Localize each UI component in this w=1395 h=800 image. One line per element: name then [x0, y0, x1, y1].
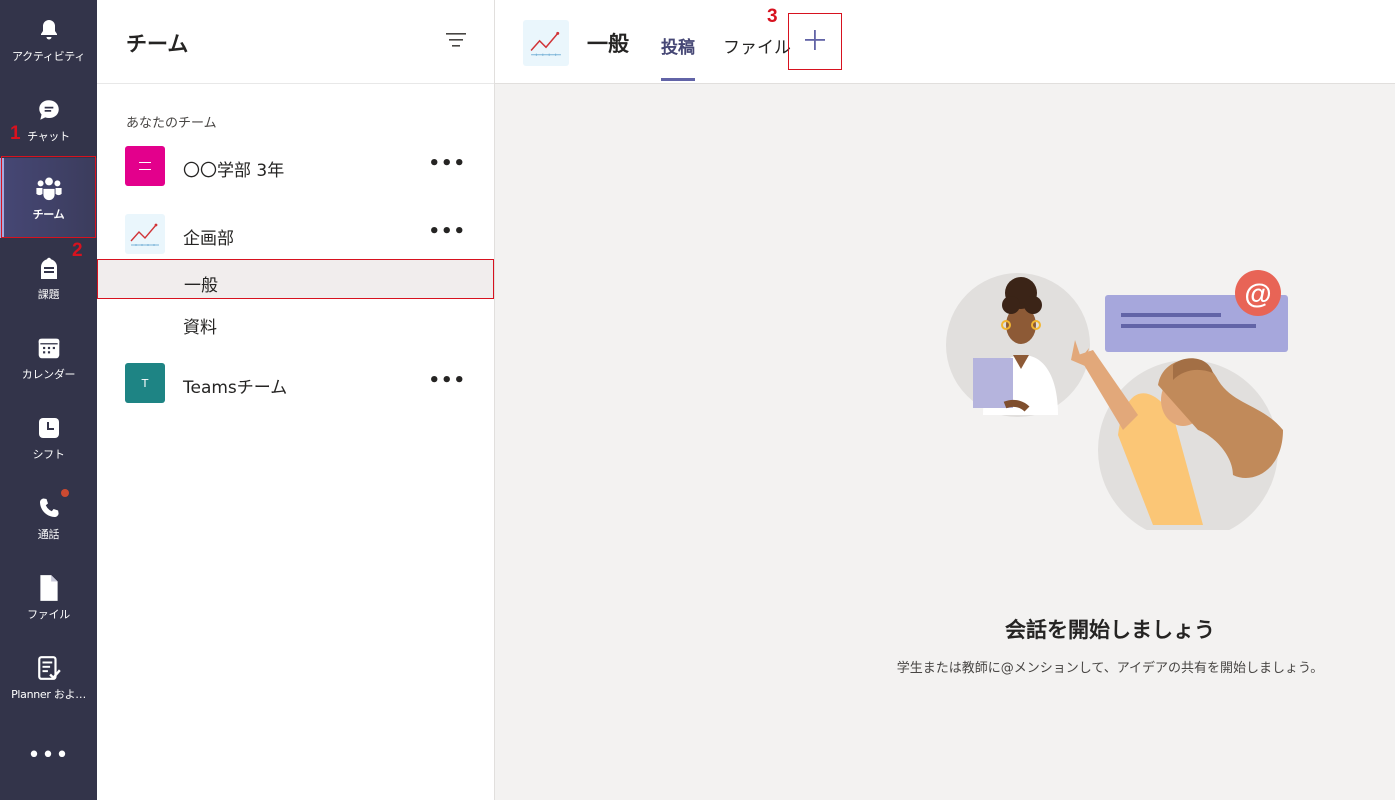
- channel-materials[interactable]: 資料: [97, 302, 494, 342]
- team-more-options-button[interactable]: •••: [428, 370, 466, 391]
- app-rail: アクティビティ チャット チーム 課題 カレンダー シフト 通話 ファイル Pl…: [0, 0, 97, 800]
- channel-general[interactable]: 一般: [97, 259, 494, 299]
- rail-label: チーム: [32, 208, 65, 221]
- team-row[interactable]: T Teamsチーム •••: [97, 356, 494, 410]
- team-row[interactable]: 企画部 •••: [97, 207, 494, 261]
- step-marker-3: 3: [767, 6, 778, 27]
- rail-label: Planner およ…: [11, 688, 86, 701]
- rail-label: カレンダー: [21, 368, 76, 381]
- channel-header: 一般 投稿 ファイル: [495, 0, 1395, 84]
- team-name: 企画部: [183, 229, 234, 249]
- channel-name: 一般: [184, 276, 218, 296]
- teams-panel: チーム あなたのチーム 〇〇学部 3年 ••• 企画部 ••• 一般 資料 T …: [97, 0, 495, 800]
- assignments-icon: [35, 254, 63, 282]
- shifts-icon: [35, 414, 63, 442]
- conversation-illustration: @: [943, 255, 1293, 540]
- chat-icon: [35, 96, 63, 124]
- rail-item-activity[interactable]: アクティビティ: [0, 0, 97, 80]
- tab-posts[interactable]: 投稿: [661, 33, 695, 81]
- notification-dot: [60, 489, 69, 497]
- step-marker-2: 2: [72, 240, 83, 261]
- rail-item-files[interactable]: ファイル: [0, 558, 97, 638]
- team-more-options-button[interactable]: •••: [428, 153, 466, 174]
- filter-icon: [445, 32, 467, 52]
- rail-item-calendar[interactable]: カレンダー: [0, 318, 97, 398]
- file-icon: [35, 574, 63, 602]
- bell-icon: [35, 16, 63, 44]
- rail-label: チャット: [27, 130, 70, 143]
- rail-label: アクティビティ: [11, 50, 86, 63]
- channel-name: 資料: [183, 318, 217, 338]
- team-more-options-button[interactable]: •••: [428, 221, 466, 242]
- channel-title: 一般: [587, 32, 629, 56]
- section-label: あなたのチーム: [126, 116, 217, 131]
- rail-item-planner[interactable]: Planner およ…: [0, 638, 97, 718]
- rail-label: 課題: [37, 288, 60, 301]
- filter-button[interactable]: [444, 30, 468, 54]
- teams-icon: [35, 174, 63, 202]
- team-name: Teamsチーム: [183, 378, 288, 398]
- step-marker-1: 1: [10, 123, 21, 144]
- team-avatar: [125, 146, 165, 186]
- rail-item-shifts[interactable]: シフト: [0, 398, 97, 478]
- team-name: 〇〇学部 3年: [183, 161, 285, 181]
- panel-title: チーム: [126, 32, 189, 56]
- empty-state-subtitle: 学生または教師に@メンションして、アイデアの共有を開始しましょう。: [896, 661, 1324, 676]
- team-row[interactable]: 〇〇学部 3年 •••: [97, 139, 494, 193]
- channel-team-icon: [523, 20, 569, 66]
- rail-item-chat[interactable]: チャット: [0, 80, 97, 160]
- more-apps-button[interactable]: •••: [0, 725, 97, 785]
- plus-icon: [804, 29, 826, 55]
- svg-text:@: @: [1244, 278, 1271, 309]
- tab-files[interactable]: ファイル: [723, 33, 791, 58]
- add-tab-button[interactable]: [788, 13, 842, 70]
- panel-header: チーム: [97, 0, 494, 84]
- team-avatar: [125, 214, 165, 254]
- calendar-icon: [35, 334, 63, 362]
- empty-state-title: 会話を開始しましょう: [1005, 618, 1215, 642]
- main-area: 一般 投稿 ファイル 3 @ 会話を開始しましょう 学生または教師に@メンション…: [495, 0, 1395, 800]
- team-avatar: T: [125, 363, 165, 403]
- rail-item-calls[interactable]: 通話: [0, 478, 97, 558]
- rail-label: ファイル: [27, 608, 70, 621]
- rail-item-teams[interactable]: チーム: [0, 158, 97, 238]
- phone-icon: [35, 489, 69, 522]
- rail-label: シフト: [32, 448, 65, 461]
- rail-label: 通話: [37, 528, 60, 541]
- planner-icon: [35, 654, 63, 682]
